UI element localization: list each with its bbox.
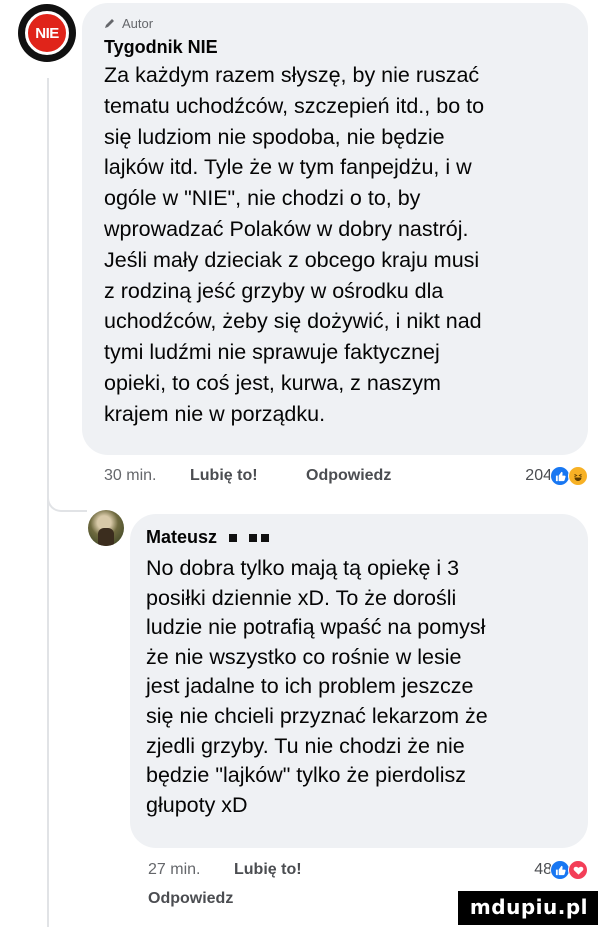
comment-author-name[interactable]: Tygodnik NIE	[104, 37, 570, 58]
comment-bubble-1: Autor Tygodnik NIE Za każdym razem słysz…	[82, 3, 588, 455]
avatar-mateusz[interactable]	[88, 510, 124, 546]
comment-text: Za każdym razem słyszę, by nie ruszać te…	[104, 63, 485, 426]
like-icon	[550, 860, 570, 880]
like-button[interactable]: Lubię to!	[190, 467, 306, 485]
watermark: mdupiu.pl	[457, 891, 598, 925]
reply-button[interactable]: Odpowiedz	[306, 467, 525, 485]
nie-logo: NIE	[25, 11, 69, 55]
reply-reaction-summary[interactable]: 48	[534, 860, 588, 880]
like-icon	[550, 466, 570, 486]
reply-reply-button[interactable]: Odpowiedz	[148, 890, 233, 908]
reply-text: No dobra tylko mają tą opiekę i 3 posiłk…	[146, 556, 488, 817]
reply-author-name[interactable]: Mateusz	[146, 527, 217, 548]
avatar-tygodnik-nie[interactable]: NIE	[18, 4, 76, 62]
reply-author-row: Mateusz	[146, 524, 570, 550]
comment-time[interactable]: 30 min.	[104, 467, 190, 485]
nie-logo-text: NIE	[35, 24, 59, 42]
reply-connector	[47, 478, 87, 512]
haha-icon	[568, 466, 588, 486]
reaction-count: 204	[525, 467, 552, 484]
author-badge-label: Autor	[122, 15, 154, 31]
redacted-name	[229, 528, 270, 547]
reply-like-button[interactable]: Lubię to!	[234, 861, 534, 879]
author-badge: Autor	[104, 15, 570, 31]
reaction-summary[interactable]: 204	[525, 466, 588, 486]
reply-time[interactable]: 27 min.	[148, 861, 234, 879]
comment-actions-1: 30 min. Lubię to! Odpowiedz 204	[104, 466, 588, 486]
pencil-icon	[105, 19, 114, 28]
love-icon	[568, 860, 588, 880]
comment-actions-2: 27 min. Lubię to! 48	[148, 860, 588, 880]
comment-bubble-2: Mateusz No dobra tylko mają tą opiekę i …	[130, 514, 588, 848]
